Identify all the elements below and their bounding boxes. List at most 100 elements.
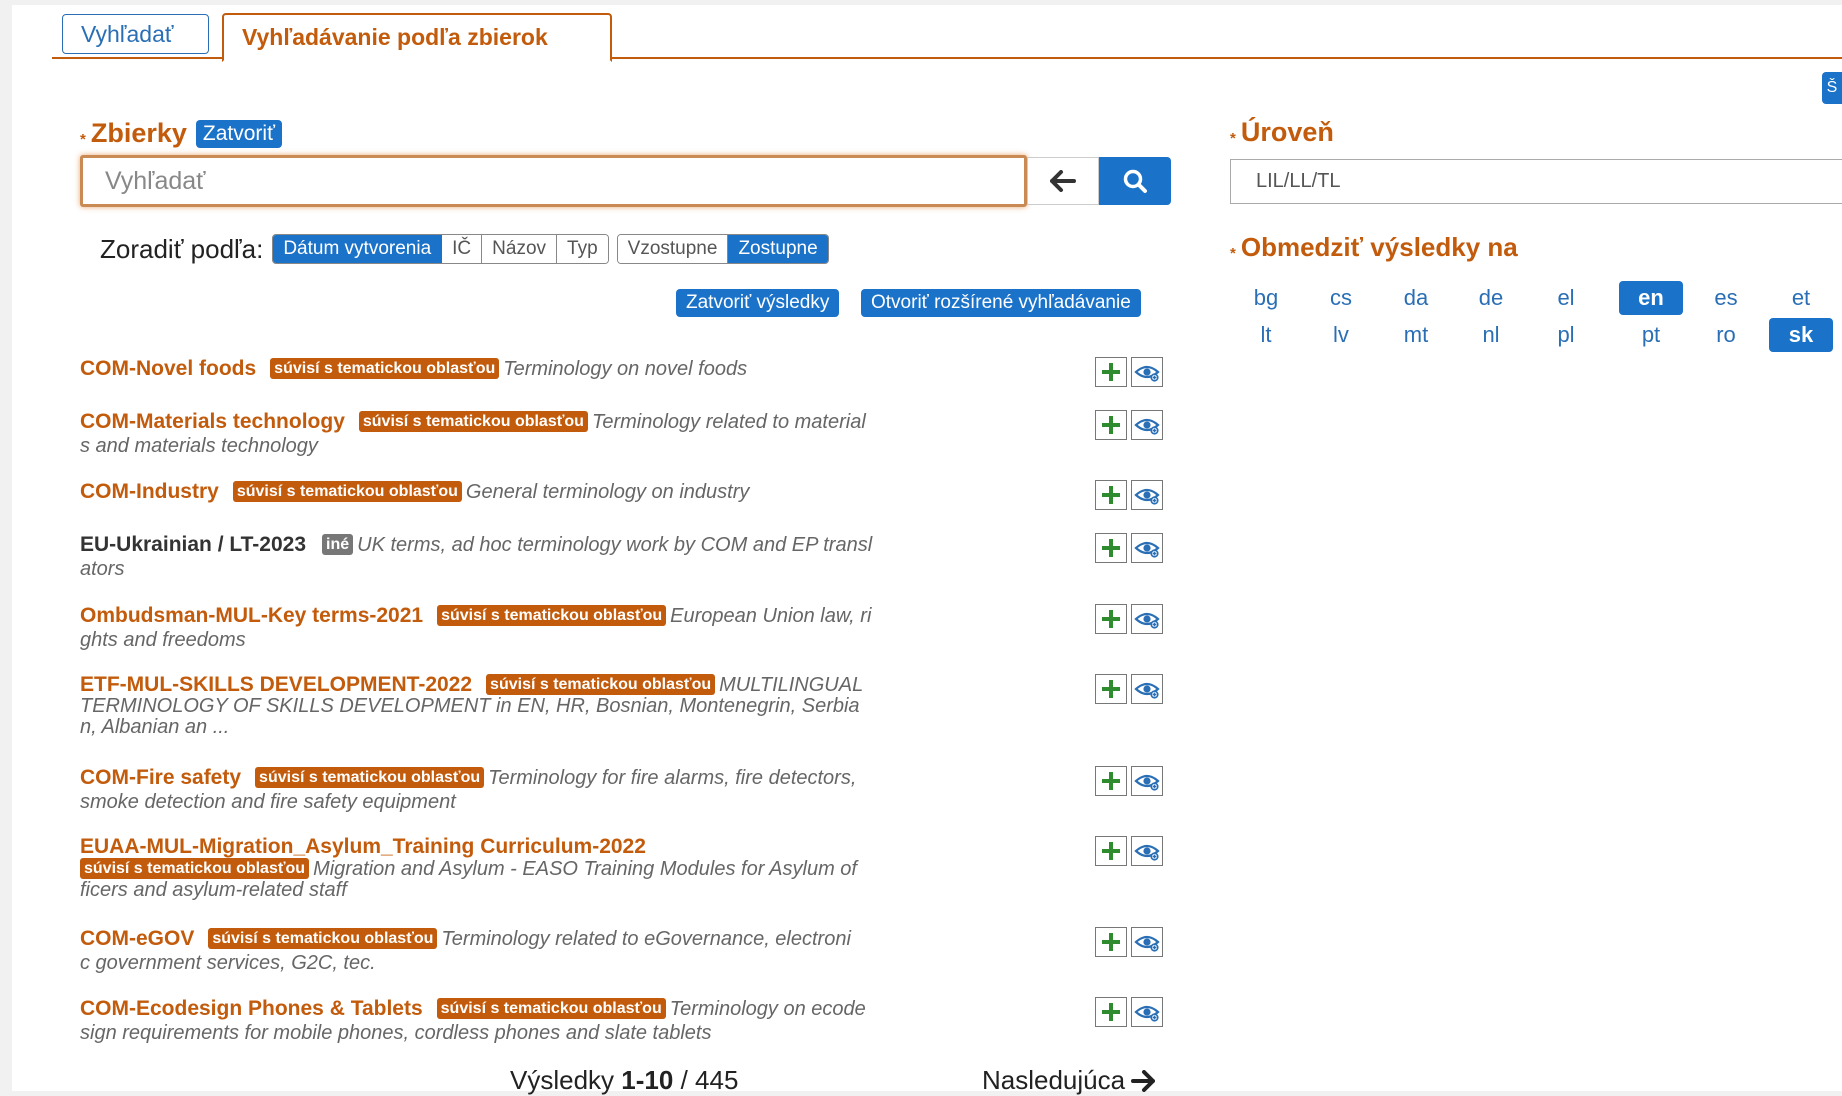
level-input[interactable]: [1230, 159, 1842, 204]
restrict-title: Obmedziť výsledky na: [1240, 232, 1518, 262]
close-results-button[interactable]: Zatvoriť výsledky: [676, 289, 840, 317]
next-page-link[interactable]: Nasledujúca: [982, 1065, 1156, 1096]
add-button[interactable]: [1095, 927, 1127, 957]
add-button[interactable]: [1095, 836, 1127, 866]
lang-es[interactable]: es: [1694, 281, 1758, 315]
result-item: ETF-MUL-SKILLS DEVELOPMENT-2022 súvisí s …: [80, 674, 990, 738]
result-title[interactable]: COM-Novel foods: [80, 357, 256, 380]
lang-sk[interactable]: sk: [1769, 318, 1833, 352]
add-button[interactable]: [1095, 604, 1127, 634]
page: Vyhľadať Vyhľadávanie podľa zbierok Š * …: [12, 5, 1842, 1095]
view-button[interactable]: [1131, 836, 1163, 866]
view-button[interactable]: [1131, 604, 1163, 634]
add-button[interactable]: [1095, 357, 1127, 387]
tab-collections-search[interactable]: Vyhľadávanie podľa zbierok: [222, 13, 612, 62]
add-button[interactable]: [1095, 480, 1127, 510]
view-button[interactable]: [1131, 480, 1163, 510]
lang-de[interactable]: de: [1459, 281, 1523, 315]
view-button[interactable]: [1131, 927, 1163, 957]
lang-nl[interactable]: nl: [1459, 318, 1523, 352]
collections-search-input[interactable]: [80, 155, 1027, 207]
plus-icon: [1102, 680, 1120, 698]
lang-en[interactable]: en: [1619, 281, 1683, 315]
sort-descending[interactable]: Zostupne: [728, 235, 828, 263]
result-title[interactable]: COM-Materials technology: [80, 410, 345, 433]
lang-bg[interactable]: bg: [1234, 281, 1298, 315]
result-title[interactable]: COM-Industry: [80, 480, 219, 503]
result-title[interactable]: EU-Ukrainian / LT-2023: [80, 533, 306, 556]
result-title[interactable]: COM-Fire safety: [80, 766, 241, 789]
add-button[interactable]: [1095, 674, 1127, 704]
arrow-right-icon: [1131, 1069, 1156, 1092]
result-actions: [1095, 533, 1163, 563]
result-item: COM-Ecodesign Phones & Tablets súvisí s t…: [80, 997, 990, 1045]
lang-ro[interactable]: ro: [1694, 318, 1758, 352]
collections-title: Zbierky: [90, 118, 187, 148]
search-button[interactable]: [1099, 157, 1171, 205]
eye-icon: [1134, 682, 1160, 699]
result-description: sign requirements for mobile phones, cor…: [80, 1022, 712, 1044]
lang-pl[interactable]: pl: [1534, 318, 1598, 352]
eye-icon: [1134, 1005, 1160, 1022]
sort-by-type[interactable]: Typ: [557, 235, 608, 263]
view-button[interactable]: [1131, 410, 1163, 440]
eye-icon: [1134, 488, 1160, 505]
lang-cs[interactable]: cs: [1309, 281, 1373, 315]
tab-search[interactable]: Vyhľadať: [62, 14, 209, 54]
plus-icon: [1102, 1003, 1120, 1021]
result-description: Terminology related to material: [591, 411, 866, 433]
corner-button[interactable]: Š: [1822, 72, 1842, 104]
result-description: MULTILINGUAL: [719, 674, 864, 696]
result-actions: [1095, 410, 1163, 440]
add-button[interactable]: [1095, 410, 1127, 440]
lang-mt[interactable]: mt: [1384, 318, 1448, 352]
view-button[interactable]: [1131, 997, 1163, 1027]
collections-close-button[interactable]: Zatvoriť: [195, 119, 282, 148]
result-title[interactable]: COM-eGOV: [80, 927, 194, 950]
sort-by-id[interactable]: IČ: [442, 235, 483, 263]
add-button[interactable]: [1095, 533, 1127, 563]
required-marker: *: [1230, 245, 1236, 262]
sort-by-name[interactable]: Názov: [482, 235, 558, 263]
result-description: UK terms, ad hoc terminology work by COM…: [357, 534, 873, 556]
result-description: ficers and asylum-related staff: [80, 879, 347, 901]
add-button[interactable]: [1095, 997, 1127, 1027]
result-item: EU-Ukrainian / LT-2023 iné UK terms, ad ho…: [80, 533, 990, 581]
lang-lv[interactable]: lv: [1309, 318, 1373, 352]
view-button[interactable]: [1131, 357, 1163, 387]
result-description: Terminology for fire alarms, fire detect…: [488, 767, 857, 789]
lang-et[interactable]: et: [1769, 281, 1833, 315]
lang-lt[interactable]: lt: [1234, 318, 1298, 352]
eye-icon: [1134, 774, 1160, 791]
open-advanced-search-button[interactable]: Otvoriť rozšírené vyhľadávanie: [861, 289, 1141, 317]
result-description: European Union law, ri: [670, 605, 872, 627]
result-title[interactable]: COM-Ecodesign Phones & Tablets: [80, 997, 423, 1020]
level-title: Úroveň: [1240, 117, 1334, 147]
result-title[interactable]: Ombudsman-MUL-Key terms-2021: [80, 604, 423, 627]
lang-pt[interactable]: pt: [1619, 318, 1683, 352]
result-item: Ombudsman-MUL-Key terms-2021 súvisí s tem…: [80, 604, 990, 652]
result-title[interactable]: EUAA-MUL-Migration_Asylum_Training Curri…: [80, 835, 646, 858]
clear-back-button[interactable]: [1027, 157, 1099, 205]
sort-ascending[interactable]: Vzostupne: [617, 235, 729, 263]
result-tag: súvisí s tematickou oblasťou: [232, 481, 462, 502]
view-button[interactable]: [1131, 766, 1163, 796]
result-tag: iné: [322, 534, 354, 555]
collections-heading: * Zbierky Zatvoriť: [80, 118, 282, 149]
result-title[interactable]: ETF-MUL-SKILLS DEVELOPMENT-2022: [80, 673, 472, 696]
add-button[interactable]: [1095, 766, 1127, 796]
view-button[interactable]: [1131, 533, 1163, 563]
sort-by-date[interactable]: Dátum vytvorenia: [273, 235, 443, 263]
eye-icon: [1134, 844, 1160, 861]
result-tag: súvisí s tematickou oblasťou: [208, 928, 438, 949]
lang-da[interactable]: da: [1384, 281, 1448, 315]
result-description: s and materials technology: [80, 435, 318, 457]
lang-el[interactable]: el: [1534, 281, 1598, 315]
result-description: ators: [80, 558, 125, 580]
level-heading: * Úroveň: [1230, 117, 1334, 148]
required-marker: *: [80, 131, 86, 148]
result-tag: súvisí s tematickou oblasťou: [436, 998, 666, 1019]
next-page-label: Nasledujúca: [982, 1065, 1126, 1095]
result-description: Terminology related to eGovernance, elec…: [441, 928, 851, 950]
view-button[interactable]: [1131, 674, 1163, 704]
